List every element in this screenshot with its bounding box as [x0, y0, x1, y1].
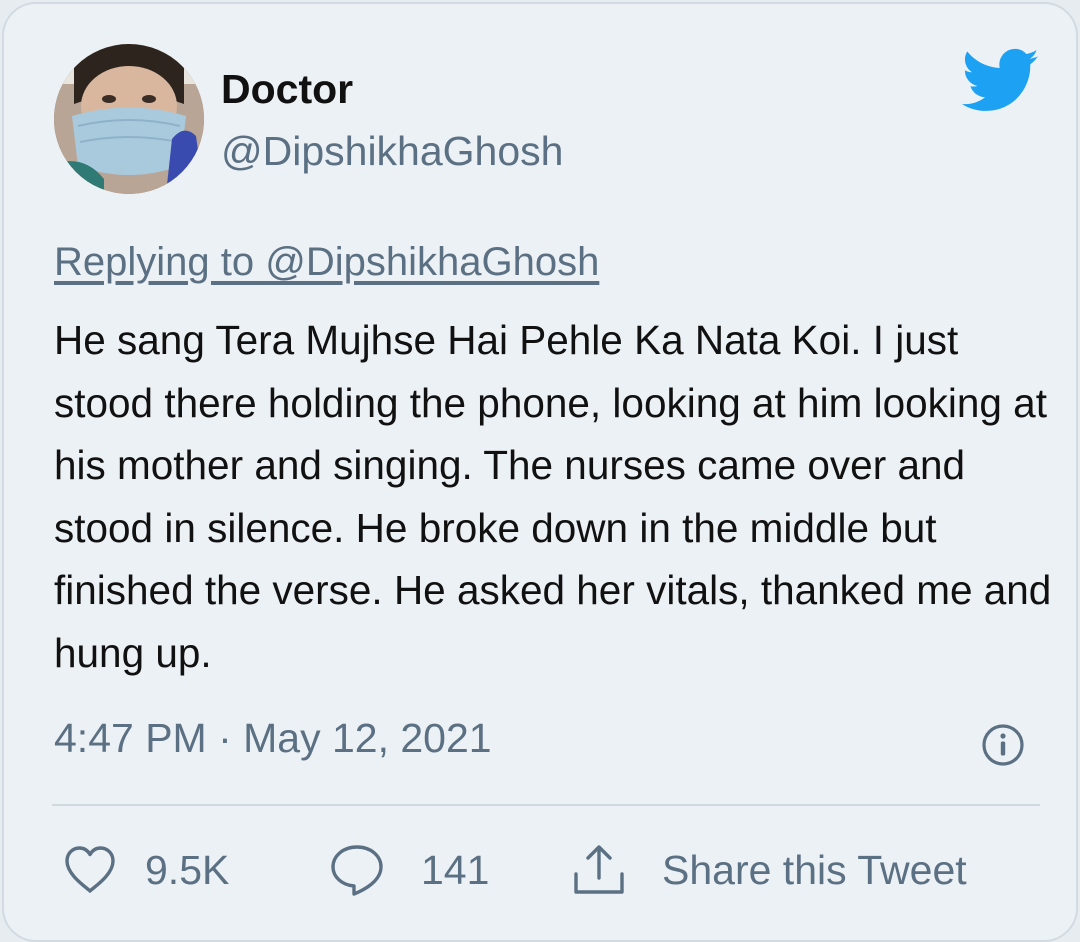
tweet-card: Doctor @DipshikhaGhosh Replying to @Dips…: [2, 2, 1078, 942]
share-upload-icon: [574, 845, 624, 894]
reply-button[interactable]: 141: [328, 840, 489, 900]
like-button[interactable]: 9.5K: [62, 840, 229, 900]
avatar-image: [54, 44, 204, 194]
heart-icon: [65, 846, 115, 893]
share-button[interactable]: Share this Tweet: [570, 840, 967, 900]
tweet-timestamp[interactable]: 4:47 PM · May 12, 2021: [54, 715, 492, 762]
info-icon[interactable]: [980, 722, 1026, 768]
divider: [52, 804, 1040, 806]
display-name[interactable]: Doctor: [221, 66, 353, 113]
twitter-bird-icon[interactable]: [962, 48, 1040, 114]
share-label: Share this Tweet: [662, 846, 967, 893]
avatar[interactable]: [54, 44, 204, 194]
reply-count: 141: [421, 846, 490, 893]
tweet-text: He sang Tera Mujhse Hai Pehle Ka Nata Ko…: [54, 317, 1052, 676]
speech-bubble-icon: [331, 845, 383, 896]
user-handle[interactable]: @DipshikhaGhosh: [221, 128, 563, 175]
like-count: 9.5K: [145, 846, 230, 893]
replying-to-link[interactable]: Replying to @DipshikhaGhosh: [54, 240, 599, 285]
